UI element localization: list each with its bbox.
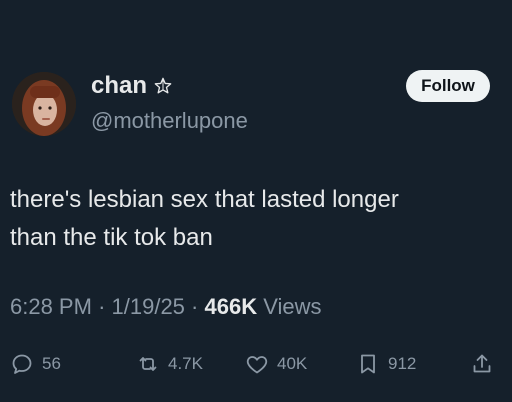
views-count: 466K	[204, 294, 258, 319]
bookmark-icon	[361, 354, 375, 374]
meta-separator: ·	[98, 294, 112, 319]
share-button[interactable]	[470, 352, 494, 376]
author-handle[interactable]: @motherlupone	[91, 108, 248, 134]
star-outline-icon	[154, 77, 172, 94]
author-name-row[interactable]: chan	[91, 72, 173, 100]
bookmark-count: 912	[388, 354, 417, 373]
share-icon	[473, 354, 491, 373]
like-count: 40K	[277, 354, 308, 373]
repost-count: 4.7K	[168, 354, 203, 373]
display-name[interactable]: chan	[91, 72, 147, 100]
repost-button[interactable]: 4.7K	[136, 352, 203, 376]
repost-icon	[139, 357, 157, 371]
bookmark-button[interactable]: 912	[356, 352, 416, 376]
tweet-line: there's lesbian sex that lasted longer	[10, 186, 399, 213]
tweet-time[interactable]: 6:28 PM	[10, 294, 92, 319]
tweet-line: than the tik tok ban	[10, 224, 213, 251]
reply-icon	[12, 354, 32, 374]
tweet-text: there's lesbian sex that lasted longer t…	[10, 181, 500, 257]
like-button[interactable]: 40K	[245, 352, 307, 376]
views-label: Views	[263, 294, 322, 319]
tweet-date[interactable]: 1/19/25	[112, 294, 185, 319]
follow-button[interactable]: Follow	[406, 70, 490, 102]
avatar[interactable]	[12, 72, 76, 136]
reply-count: 56	[42, 354, 61, 373]
meta-separator: ·	[191, 294, 205, 319]
reply-button[interactable]: 56	[10, 352, 61, 376]
tweet-meta: 6:28 PM · 1/19/25 · 466K Views	[10, 294, 322, 320]
action-bar: 56 4.7K 40K 912	[0, 344, 512, 384]
heart-icon	[246, 356, 268, 374]
